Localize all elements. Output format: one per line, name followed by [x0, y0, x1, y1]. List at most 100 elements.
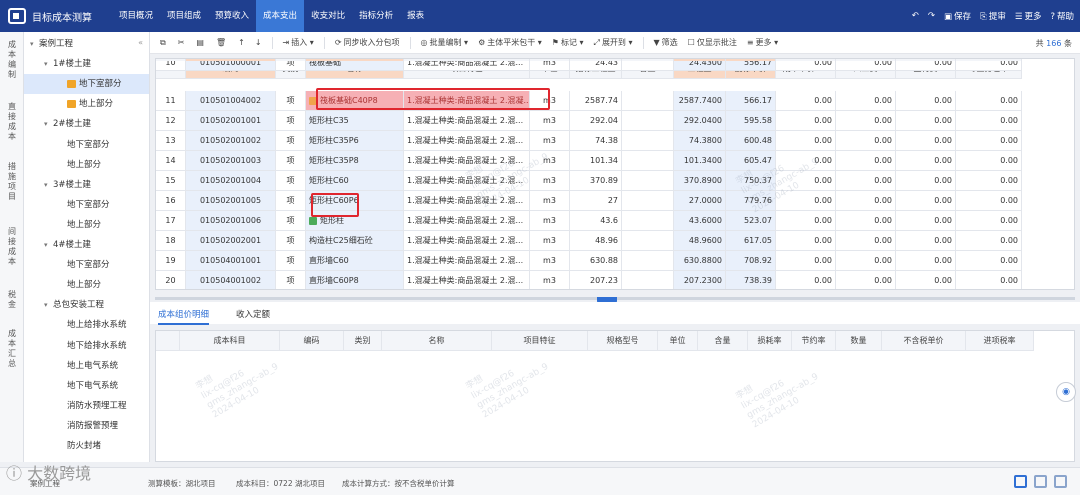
grid-cell[interactable]: 矩形柱C35: [306, 111, 404, 131]
grid-cell[interactable]: 010502001006: [186, 211, 276, 231]
grid-cell[interactable]: [622, 191, 674, 211]
grid-cell[interactable]: 0.00: [956, 271, 1022, 289]
detail-tab-0[interactable]: 成本组价明细: [158, 308, 210, 325]
grid-cell[interactable]: 74.3800: [674, 131, 726, 151]
toolbar-btn-2[interactable]: ▤: [196, 38, 206, 47]
expand-arrow-icon[interactable]: ▾: [44, 295, 53, 315]
tree-node[interactable]: 地上部分: [58, 155, 101, 175]
detail-header-cell[interactable]: 含量: [698, 331, 748, 351]
top-action-1[interactable]: ↷: [928, 11, 935, 21]
toolbar-btn-13[interactable]: ☐ 仅显示批注: [688, 37, 737, 48]
grid-cell[interactable]: 010502001002: [186, 131, 276, 151]
grid-cell[interactable]: 0.00: [956, 61, 1022, 71]
grid-cell[interactable]: 0.00: [896, 191, 956, 211]
detail-header-cell[interactable]: 规格型号: [588, 331, 658, 351]
table-row[interactable]: 15 010502001004 项 矩形柱C60 1.混凝土种类:商品混凝土 2.混..…: [156, 171, 1022, 191]
grid-cell[interactable]: 738.39: [726, 271, 776, 289]
grid-cell[interactable]: 43.6000: [674, 211, 726, 231]
grid-cell[interactable]: 0.00: [836, 271, 896, 289]
grid-cell[interactable]: 项: [276, 91, 306, 111]
grid-cell[interactable]: m3: [530, 151, 570, 171]
grid-cell[interactable]: m3: [530, 251, 570, 271]
grid-cell[interactable]: 20: [156, 271, 186, 289]
tree-node[interactable]: 消防报警预埋: [58, 416, 118, 436]
grid-cell[interactable]: 0.00: [836, 111, 896, 131]
grid-cell[interactable]: [622, 151, 674, 171]
detail-header-cell[interactable]: 单位: [658, 331, 698, 351]
grid-cell[interactable]: 1.混凝土种类:商品混凝土 2.混...: [404, 61, 530, 71]
nav-tab-1[interactable]: 项目组成: [160, 0, 208, 32]
grid-cell[interactable]: 0.00: [776, 271, 836, 289]
grid-cell[interactable]: 0.00: [956, 131, 1022, 151]
grid-cell[interactable]: 矩形柱C35P8: [306, 151, 404, 171]
grid-cell[interactable]: 1.混凝土种类:商品混凝土 2.混...: [404, 191, 530, 211]
grid-cell[interactable]: 0.00: [896, 231, 956, 251]
grid-cell[interactable]: 0.00: [836, 151, 896, 171]
grid-cell[interactable]: 项: [276, 271, 306, 289]
grid-cell[interactable]: 24.4300: [674, 61, 726, 71]
top-action-2[interactable]: ▣ 保存: [944, 10, 971, 22]
grid-cell[interactable]: 直形墙C60P8: [306, 271, 404, 289]
toolbar-btn-7[interactable]: ⟳ 同步收入分包项: [335, 37, 400, 48]
grid-cell[interactable]: 0.00: [896, 61, 956, 71]
grid-cell[interactable]: 0.00: [956, 231, 1022, 251]
grid-cell[interactable]: 556.17: [726, 61, 776, 71]
table-row[interactable]: 18 010502002001 项 构造柱C25细石砼 1.混凝土种类:商品混凝土 2.…: [156, 231, 1022, 251]
grid-cell[interactable]: 010502002001: [186, 231, 276, 251]
grid-cell[interactable]: 0.00: [836, 211, 896, 231]
toolbar-btn-0[interactable]: ⧉: [160, 38, 168, 48]
grid-cell[interactable]: 0.00: [956, 191, 1022, 211]
grid-cell[interactable]: 0.00: [956, 211, 1022, 231]
grid-cell[interactable]: 292.04: [570, 111, 622, 131]
table-row[interactable]: 10 010501000001 项 筏板基础 1.混凝土种类:商品混凝土 2.混... m…: [156, 61, 1022, 71]
toolbar-btn-6[interactable]: ⇥ 插入 ▾: [283, 37, 314, 48]
tree-node[interactable]: ▾ 3#楼土建: [44, 175, 91, 195]
grid-cell[interactable]: 010502001005: [186, 191, 276, 211]
tree-node[interactable]: 地下室部分: [58, 135, 110, 155]
expand-arrow-icon[interactable]: ▾: [44, 54, 53, 74]
toolbar-btn-3[interactable]: 🗑: [216, 38, 228, 47]
tree-node[interactable]: ▾ 2#楼土建: [44, 114, 91, 134]
grid-cell[interactable]: 0.00: [896, 171, 956, 191]
toolbar-btn-5[interactable]: ↓: [255, 38, 262, 47]
toolbar-btn-9[interactable]: ⚙ 主体平米包干 ▾: [478, 37, 542, 48]
detail-header-cell[interactable]: 编码: [280, 331, 344, 351]
tree-node[interactable]: 地下给排水系统: [58, 336, 127, 356]
left-strip-item-2[interactable]: 措施项目: [6, 162, 18, 202]
grid-cell[interactable]: 0.00: [896, 91, 956, 111]
table-row[interactable]: 17 010502001006 项 矩形柱 1.混凝土种类:商品混凝土 2.混... m3…: [156, 211, 1022, 231]
grid-cell[interactable]: 630.88: [570, 251, 622, 271]
grid-cell[interactable]: 12: [156, 111, 186, 131]
grid-cell[interactable]: 1.混凝土种类:商品混凝土 2.混...: [404, 171, 530, 191]
grid-cell[interactable]: 1.混凝土种类:商品混凝土 2.混...: [404, 211, 530, 231]
grid-cell[interactable]: [622, 271, 674, 289]
table-row[interactable]: 11 010501004002 项筏板基础C40P8 1.混凝土种类:商品混凝土 2.…: [156, 91, 1022, 111]
grid-cell[interactable]: [622, 61, 674, 71]
grid-cell[interactable]: 0.00: [776, 191, 836, 211]
grid-cell[interactable]: 605.47: [726, 151, 776, 171]
top-action-5[interactable]: ? 帮助: [1050, 10, 1074, 22]
left-strip-item-1[interactable]: 直接成本: [6, 102, 18, 142]
expand-arrow-icon[interactable]: ▾: [44, 114, 53, 134]
detail-header-cell[interactable]: 不含税单价: [882, 331, 966, 351]
grid-cell[interactable]: 010502001003: [186, 151, 276, 171]
grid-cell[interactable]: 19: [156, 251, 186, 271]
grid-cell[interactable]: 14: [156, 151, 186, 171]
grid-cell[interactable]: 2587.7400: [674, 91, 726, 111]
grid-cell[interactable]: 292.0400: [674, 111, 726, 131]
grid-cell[interactable]: 10: [156, 61, 186, 71]
grid-cell[interactable]: 矩形柱C35P6: [306, 131, 404, 151]
table-row[interactable]: 13 010502001002 项 矩形柱C35P6 1.混凝土种类:商品混凝土 2.混…: [156, 131, 1022, 151]
grid-cell[interactable]: 0.00: [956, 251, 1022, 271]
top-action-0[interactable]: ↶: [912, 11, 919, 21]
grid-cell[interactable]: 750.37: [726, 171, 776, 191]
grid-cell[interactable]: 0.00: [956, 111, 1022, 131]
grid-cell[interactable]: 43.6: [570, 211, 622, 231]
grid-cell[interactable]: 27: [570, 191, 622, 211]
detail-header-cell[interactable]: [156, 331, 180, 351]
detail-header-cell[interactable]: 类别: [344, 331, 382, 351]
detail-header-cell[interactable]: 数量: [836, 331, 882, 351]
toolbar-btn-14[interactable]: ≡ 更多 ▾: [747, 37, 778, 48]
grid-cell[interactable]: 0.00: [836, 91, 896, 111]
tree-node[interactable]: 地下室部分: [24, 74, 149, 95]
